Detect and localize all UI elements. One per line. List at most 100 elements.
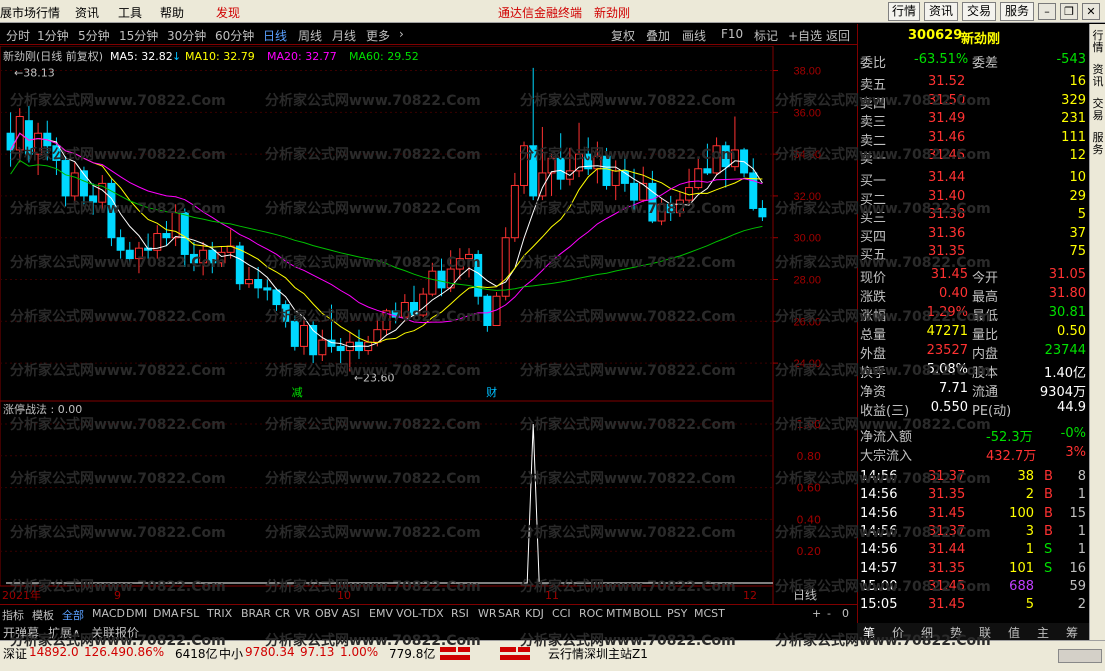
tick-cell: 14:56 [860,542,898,558]
indicator-tab[interactable]: WR [478,607,497,620]
menu-news[interactable]: 资讯 [75,4,99,21]
watermark-text: 分析家公式网www.70822.Com [520,93,736,109]
side-tab-quote[interactable]: 行情 [1092,30,1104,54]
indicator-tab[interactable]: BOLL [633,607,661,620]
watermark-text: 分析家公式网www.70822.Com [520,579,736,595]
top-service-button[interactable]: 服务 [1000,2,1034,21]
minimize-icon[interactable]: – [1038,3,1056,20]
period-weekly[interactable]: 周线 [298,27,322,44]
commission-diff-value: -543 [1056,52,1086,67]
side-tab-service[interactable]: 服务 [1092,132,1104,156]
quote-tab[interactable]: 筹 [1066,624,1078,641]
period-5min[interactable]: 5分钟 [78,27,110,44]
indicator-tab[interactable]: 模板 [32,607,54,623]
indicator-ctrl[interactable]: + [812,607,821,620]
indicator-ctrl[interactable]: - [827,607,831,620]
adjust-button[interactable]: 复权 [611,27,635,44]
indicator-tab[interactable]: BRAR [241,607,271,620]
period-15min[interactable]: 15分钟 [119,27,158,44]
buy-level[interactable]: 买四 31.36 37 [858,225,1090,245]
watermark-text: 分析家公式网www.70822.Com [10,579,226,595]
watermark-text: 分析家公式网www.70822.Com [520,633,736,649]
period-more[interactable]: 更多 [366,27,390,44]
watermark-text: 分析家公式网www.70822.Com [265,525,481,541]
candle [694,168,703,189]
indicator-tab[interactable]: KDJ [525,607,544,620]
overlay-button[interactable]: 叠加 [646,27,670,44]
level-volume: 75 [1069,244,1086,259]
sell-level[interactable]: 卖三 31.49 231 [858,110,1090,130]
indicator-tab[interactable]: DMI [126,607,147,620]
top-news-button[interactable]: 资讯 [924,2,958,21]
level-volume: 10 [1069,170,1086,185]
stat-cell: 净资 [860,385,887,400]
stat-cell: 0.550 [930,400,968,415]
status-controls[interactable] [1058,649,1102,663]
indicator-ctrl[interactable]: 0 [842,607,849,620]
quote-tab[interactable]: 值 [1008,624,1020,641]
mark-button[interactable]: 标记 [754,27,778,44]
tick-row[interactable]: 14:56 31.44 1 S 1 [858,541,1090,560]
indicator-tick-label: 0.80 [797,450,822,463]
window-stock: 新劲刚 [594,6,631,20]
period-daily[interactable]: 日线 [263,27,287,44]
period-next-icon[interactable]: › [399,27,404,41]
period-30min[interactable]: 30分钟 [167,27,206,44]
menu-discover[interactable]: 发现 [216,4,240,21]
side-tab-news[interactable]: 资讯 [1092,64,1104,88]
indicator-tab[interactable]: ASI [342,607,360,620]
watermark-text: 分析家公式网www.70822.Com [10,201,226,217]
period-1min[interactable]: 1分钟 [37,27,69,44]
period-toolbar: 分时 1分钟 5分钟 15分钟 30分钟 60分钟 日线 周线 月线 更多 › … [0,24,857,45]
indicator-tab[interactable]: OBV [315,607,338,620]
tick-row[interactable]: 14:56 31.35 2 B 1 [858,486,1090,505]
indicator-tab[interactable]: SAR [498,607,520,620]
indicator-tab[interactable]: 全部 [62,607,84,623]
indicator-tab[interactable]: VR [295,607,310,620]
candle [336,345,345,352]
indicator-tab[interactable]: RSI [451,607,469,620]
period-60min[interactable]: 60分钟 [215,27,254,44]
buy-level[interactable]: 买一 31.44 10 [858,169,1090,189]
menu-help[interactable]: 帮助 [160,4,184,21]
indicator-tab[interactable]: PSY [667,607,687,620]
quote-tab[interactable]: 主 [1037,624,1049,641]
add-watchlist-button[interactable]: +自选 [788,27,822,44]
period-intraday[interactable]: 分时 [6,27,30,44]
top-trade-button[interactable]: 交易 [962,2,996,21]
back-button[interactable]: 返回 [826,27,850,44]
tick-cell: 3 [1025,523,1034,539]
side-tab-trade[interactable]: 交易 [1092,98,1104,122]
indicator-tab[interactable]: MACD [92,607,125,620]
candle [244,279,253,285]
draw-button[interactable]: 画线 [682,27,706,44]
tick-row[interactable]: 14:56 31.45 100 B 15 [858,505,1090,524]
watermark-text: 分析家公式网www.70822.Com [265,363,481,379]
indicator-tab[interactable]: VOL-TDX [396,607,444,620]
indicator-tab[interactable]: TRIX [207,607,232,620]
watermark-text: 分析家公式网www.70822.Com [775,255,991,271]
top-quote-button[interactable]: 行情 [888,2,920,21]
indicator-tab[interactable]: MTM [606,607,632,620]
close-icon[interactable]: ✕ [1082,3,1100,20]
indicator-tab[interactable]: FSL [180,607,199,620]
watermark-text: 分析家公式网www.70822.Com [10,417,226,433]
restore-icon[interactable]: ❐ [1060,3,1078,20]
period-monthly[interactable]: 月线 [332,27,356,44]
stat-cell: 总量 [860,328,887,343]
indicator-tab[interactable]: CCI [552,607,571,620]
menu-market[interactable]: 展市场行情 [0,4,60,21]
commission-diff-label: 委差 [972,56,999,71]
indicator-tab[interactable]: EMV [369,607,393,620]
menu-tools[interactable]: 工具 [118,4,142,21]
indicator-tab[interactable]: ROC [579,607,603,620]
indicator-tab[interactable]: MCST [694,607,725,620]
tick-row[interactable]: 15:05 31.45 5 2 [858,596,1090,615]
stock-code: 300629 [908,28,963,43]
candle [162,233,171,239]
stat-cell: 9304万 [1039,385,1086,400]
indicator-tab[interactable]: 指标 [2,607,24,623]
indicator-tab[interactable]: DMA [153,607,179,620]
indicator-tab[interactable]: CR [275,607,290,620]
f10-button[interactable]: F10 [721,27,743,41]
